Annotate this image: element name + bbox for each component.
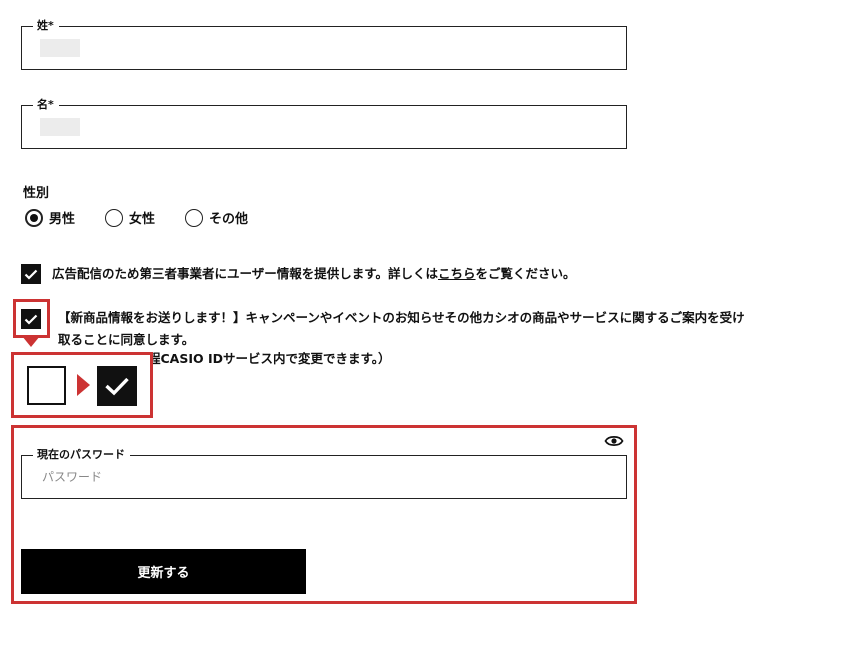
highlight-arrow-down-icon (22, 336, 40, 347)
checkmark-icon (24, 269, 38, 280)
radio-unchecked-icon[interactable] (105, 208, 124, 227)
last-name-field[interactable]: 姓* (21, 19, 627, 70)
consent-news-text: 【新商品情報をお送りします！】キャンペーンやイベントのお知らせその他カシオの商品… (58, 307, 838, 351)
gender-radio-group: 男性 女性 その他 (25, 208, 278, 227)
arrow-right-icon (77, 374, 90, 396)
gender-option-other[interactable]: その他 (185, 208, 248, 227)
update-button[interactable]: 更新する (21, 549, 306, 594)
consent-news-line: 【新商品情報をお送りします！】キャンペーンやイベントのお知らせその他カシオの商品… (58, 310, 745, 325)
gender-option-female[interactable]: 女性 (105, 208, 155, 227)
current-password-label: 現在のパスワード (33, 448, 130, 462)
consent-ads-text-part: 広告配信のため第三者事業者にユーザー情報を提供します。詳しくは (52, 266, 439, 281)
consent-ads-text: 広告配信のため第三者事業者にユーザー情報を提供します。詳しくはこちらをご覧くださ… (52, 263, 576, 285)
demo-checked-checkbox-icon (97, 366, 137, 406)
radio-unchecked-icon[interactable] (185, 208, 204, 227)
consent-ads-text-part: をご覧ください。 (475, 266, 576, 281)
checkbox-highlight-box (13, 299, 50, 338)
first-name-field[interactable]: 名* (21, 98, 627, 149)
demo-unchecked-checkbox-icon (27, 366, 66, 405)
gender-option-male[interactable]: 男性 (25, 208, 75, 227)
checkmark-icon (105, 377, 129, 396)
radio-checked-icon[interactable] (25, 208, 43, 227)
gender-option-label: 女性 (129, 212, 156, 227)
eye-icon[interactable] (604, 433, 624, 449)
gender-option-label: その他 (209, 212, 249, 227)
current-password-field[interactable]: 現在のパスワード パスワード (21, 448, 627, 499)
current-password-placeholder: パスワード (42, 470, 103, 484)
consent-ads-link[interactable]: こちら (438, 266, 476, 281)
last-name-label: 姓* (33, 19, 59, 33)
consent-ads-checkbox[interactable] (21, 264, 41, 284)
consent-news-line-partial: 程CASIO IDサービス内で変更できます。） (148, 351, 391, 366)
gender-option-label: 男性 (49, 212, 76, 227)
gender-label: 性別 (23, 186, 50, 201)
first-name-value-redacted (40, 118, 80, 136)
first-name-label: 名* (33, 98, 59, 112)
last-name-value-redacted (40, 39, 80, 57)
